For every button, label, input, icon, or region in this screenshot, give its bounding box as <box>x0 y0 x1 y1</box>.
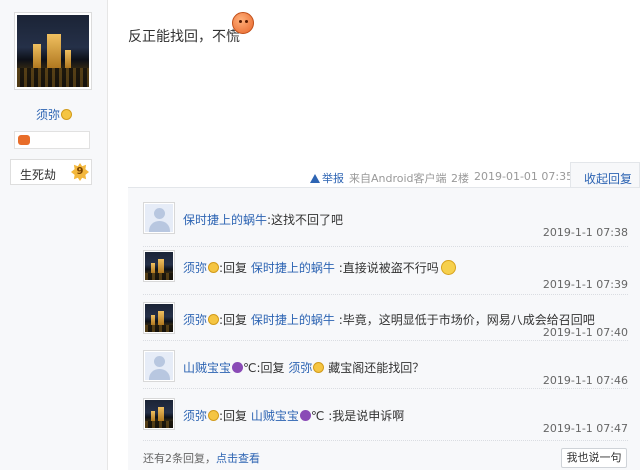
reply-line: 须弥 :回复 保时捷上的蜗牛 :毕竟，这明显低于市场价，网易八成会给召回吧 <box>183 311 595 328</box>
post-floor: 2楼 <box>451 172 469 185</box>
reply-username[interactable]: 须弥 <box>183 313 207 327</box>
reply-item: 保时捷上的蜗牛:这找不回了吧 2019-1-1 07:38 <box>143 202 628 248</box>
user-sidebar: 须弥 生死劫 9 <box>0 0 108 470</box>
smile-emoji-icon <box>313 362 325 373</box>
reply-prefix: :回复 <box>219 313 251 327</box>
reply-panel: 保时捷上的蜗牛:这找不回了吧 2019-1-1 07:38 须弥:回复 保时捷上… <box>128 187 640 470</box>
reply-avatar[interactable] <box>143 302 175 334</box>
reply-divider <box>143 294 628 295</box>
face-emoji-icon <box>232 12 254 34</box>
reply-line: 须弥 :回复 保时捷上的蜗牛 :直接说被盗不行吗 <box>183 259 456 276</box>
reply-item: 须弥 :回复 保时捷上的蜗牛 :毕竟，这明显低于市场价，网易八成会给召回吧 201… <box>143 302 628 348</box>
reply-avatar[interactable] <box>143 250 175 282</box>
reply-avatar[interactable] <box>143 350 175 382</box>
reply-text: :我是说申诉啊 <box>324 409 405 423</box>
reply-to-suffix: ℃ <box>310 409 325 423</box>
say-something-button[interactable]: 我也说一句 <box>561 448 627 468</box>
reply-line: 山贼宝宝 ℃:回复 须弥 藏宝阁还能找回？ <box>183 359 424 376</box>
reply-item: 山贼宝宝 ℃:回复 须弥 藏宝阁还能找回？ 2019-1-1 07:46 <box>143 350 628 396</box>
author-badge-box[interactable] <box>14 131 90 149</box>
reply-time: 2019-1-1 07:38 <box>542 226 628 239</box>
more-replies: 还有2条回复，点击查看 <box>143 452 260 465</box>
collapse-replies-button[interactable]: 收起回复 <box>570 162 640 188</box>
reply-text: :直接说被盗不行吗 <box>334 261 439 275</box>
post-source: 来自Android客户端 <box>349 172 447 185</box>
smile-emoji-icon <box>208 262 220 273</box>
night-city-image <box>145 304 173 332</box>
scared-emoji-icon <box>440 260 456 275</box>
smile-emoji-icon <box>208 314 220 325</box>
default-avatar-icon <box>145 204 173 232</box>
view-more-link[interactable]: 点击查看 <box>216 452 260 465</box>
reply-time: 2019-1-1 07:47 <box>542 422 628 435</box>
reply-username[interactable]: 须弥 <box>183 409 207 423</box>
reply-username[interactable]: 须弥 <box>183 261 207 275</box>
post-content: 反正能找回，不慌 <box>128 29 240 45</box>
night-city-image <box>145 400 173 428</box>
reply-divider <box>143 340 628 341</box>
reply-time: 2019-1-1 07:40 <box>542 326 628 339</box>
reply-line: 保时捷上的蜗牛:这找不回了吧 <box>183 211 343 228</box>
level-name: 生死劫 <box>20 168 57 182</box>
reply-item: 须弥 :回复 保时捷上的蜗牛 :直接说被盗不行吗 2019-1-1 07:39 <box>143 250 628 296</box>
reply-line: 须弥 :回复 山贼宝宝 ℃ :我是说申诉啊 <box>183 407 404 424</box>
smile-emoji-icon <box>61 109 72 120</box>
reply-divider <box>143 440 628 441</box>
devil-emoji-icon <box>299 410 311 421</box>
level-badge-icon: 9 <box>71 163 89 181</box>
devil-emoji-icon <box>232 362 244 373</box>
reply-text: :毕竟，这明显低于市场价，网易八成会给召回吧 <box>334 313 595 327</box>
gamepad-icon <box>18 135 30 145</box>
night-city-image <box>17 15 89 87</box>
default-avatar-icon <box>145 352 173 380</box>
reply-username[interactable]: 保时捷上的蜗牛 <box>183 213 267 227</box>
author-avatar[interactable] <box>14 12 92 90</box>
reply-to-username[interactable]: 山贼宝宝 <box>251 409 299 423</box>
reply-time: 2019-1-1 07:39 <box>542 278 628 291</box>
reply-to-username[interactable]: 保时捷上的蜗牛 <box>251 313 335 327</box>
reply-prefix: :回复 <box>256 361 289 375</box>
reply-item: 须弥 :回复 山贼宝宝 ℃ :我是说申诉啊 2019-1-1 07:47 <box>143 398 628 444</box>
reply-username[interactable]: 山贼宝宝 <box>183 361 231 375</box>
reply-text: 藏宝阁还能找回？ <box>324 361 425 375</box>
reply-to-username[interactable]: 保时捷上的蜗牛 <box>251 261 335 275</box>
post-time: 2019-01-01 07:35 <box>474 170 574 183</box>
reply-prefix: :回复 <box>219 409 251 423</box>
reply-username-suffix: ℃ <box>243 361 257 375</box>
reply-divider <box>143 388 628 389</box>
reply-time: 2019-1-1 07:46 <box>542 374 628 387</box>
reply-prefix: :回复 <box>219 261 251 275</box>
smile-emoji-icon <box>208 410 220 421</box>
night-city-image <box>145 252 173 280</box>
author-level[interactable]: 生死劫 9 <box>10 159 92 185</box>
warning-icon <box>310 174 320 183</box>
report-link[interactable]: 举报 <box>310 170 344 186</box>
reply-text: :这找不回了吧 <box>267 213 344 227</box>
reply-divider <box>143 246 628 247</box>
author-username[interactable]: 须弥 <box>0 106 108 123</box>
reply-to-username[interactable]: 须弥 <box>288 361 312 375</box>
reply-avatar[interactable] <box>143 202 175 234</box>
reply-avatar[interactable] <box>143 398 175 430</box>
